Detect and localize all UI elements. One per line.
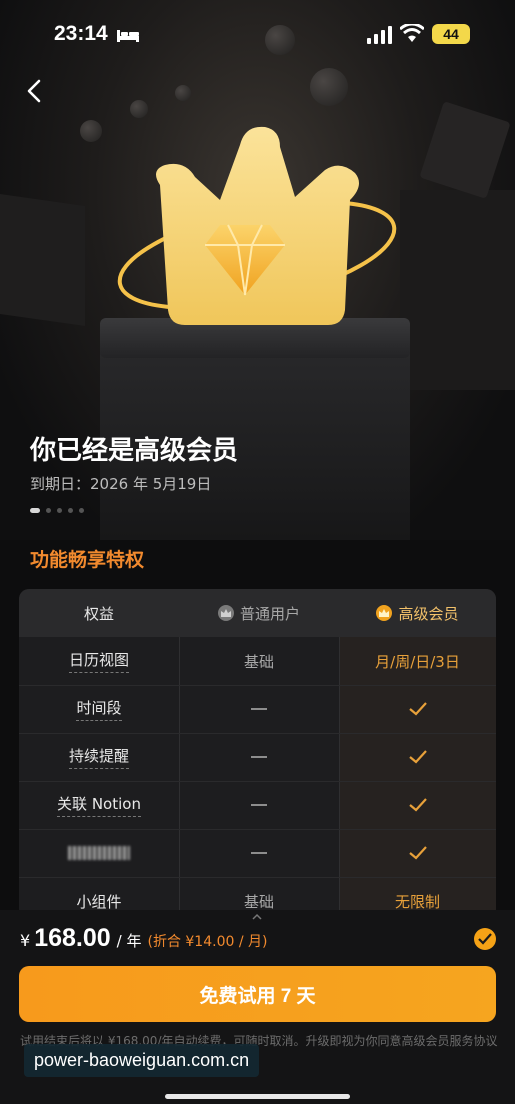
currency-symbol: ¥	[20, 931, 31, 950]
decor-bubble	[310, 68, 348, 106]
back-icon[interactable]	[22, 78, 48, 104]
sleep-mode-icon	[117, 30, 139, 42]
crown-gray-icon	[217, 605, 234, 621]
expiry-date: 到期日：2026 年 5月19日	[30, 475, 212, 493]
carousel-indicator[interactable]	[30, 508, 84, 513]
check-icon	[408, 846, 427, 860]
decor-box-left	[0, 194, 85, 326]
premium-value: 月/周/日/3日	[375, 652, 460, 671]
cellular-signal-icon	[367, 26, 392, 44]
feature-label: 时间段	[76, 697, 122, 721]
decor-box-right	[400, 190, 515, 390]
free-trial-button[interactable]: 免费试用 7 天	[19, 966, 496, 1022]
section-title: 功能畅享特权	[30, 549, 145, 571]
table-header: 权益 普通用户 高级会员	[19, 589, 496, 637]
home-indicator[interactable]	[165, 1094, 350, 1099]
carousel-dot[interactable]	[30, 508, 40, 513]
wifi-icon	[400, 24, 424, 42]
benefits-table: 权益 普通用户 高级会员 日历视图 基础 月/周/日/3日 时间段 持续提醒 关…	[19, 589, 496, 919]
battery-indicator: 44	[432, 24, 470, 44]
not-available-icon	[251, 708, 267, 710]
check-icon	[408, 750, 427, 764]
header-basic: 普通用户	[179, 589, 339, 637]
not-available-icon	[251, 804, 267, 806]
price-amount: 168.00	[34, 924, 111, 952]
feature-label: 小组件	[76, 892, 122, 911]
not-available-icon	[251, 852, 267, 854]
table-row: 时间段	[19, 685, 496, 733]
decor-bubble	[175, 85, 191, 101]
redacted-feature-label	[68, 846, 130, 860]
price-row: ¥ 168.00 / 年 (折合 ¥14.00 / 月)	[20, 924, 267, 953]
header-premium-label: 高级会员	[398, 604, 459, 623]
price-equivalent: (折合 ¥14.00 / 月)	[147, 934, 268, 950]
price-period: / 年	[116, 932, 142, 950]
chevron-up-icon[interactable]	[252, 912, 262, 922]
crown-gold-icon	[376, 605, 393, 621]
basic-value: 基础	[243, 652, 274, 671]
plan-selected-icon[interactable]	[474, 928, 496, 950]
not-available-icon	[251, 756, 267, 758]
table-row	[19, 829, 496, 877]
header-basic-label: 普通用户	[239, 604, 300, 623]
check-icon	[408, 702, 427, 716]
decor-bubble	[80, 120, 102, 142]
table-row: 关联 Notion	[19, 781, 496, 829]
feature-label: 关联 Notion	[57, 793, 141, 817]
table-row: 持续提醒	[19, 733, 496, 781]
crown-diamond-icon	[117, 126, 397, 326]
page-title: 你已经是高级会员	[30, 436, 239, 466]
status-time: 23:14	[54, 22, 108, 45]
watermark: power-baoweiguan.com.cn	[24, 1044, 260, 1077]
carousel-dot[interactable]	[46, 508, 51, 513]
decor-book	[419, 101, 511, 199]
check-icon	[408, 798, 427, 812]
carousel-dot[interactable]	[79, 508, 84, 513]
feature-label: 持续提醒	[68, 745, 129, 769]
header-premium: 高级会员	[339, 589, 496, 637]
carousel-dot[interactable]	[68, 508, 73, 513]
carousel-dot[interactable]	[57, 508, 62, 513]
feature-label: 日历视图	[68, 649, 129, 673]
status-bar: 23:14 44	[0, 0, 515, 70]
table-row: 日历视图 基础 月/周/日/3日	[19, 637, 496, 685]
header-benefit: 权益	[83, 604, 114, 623]
